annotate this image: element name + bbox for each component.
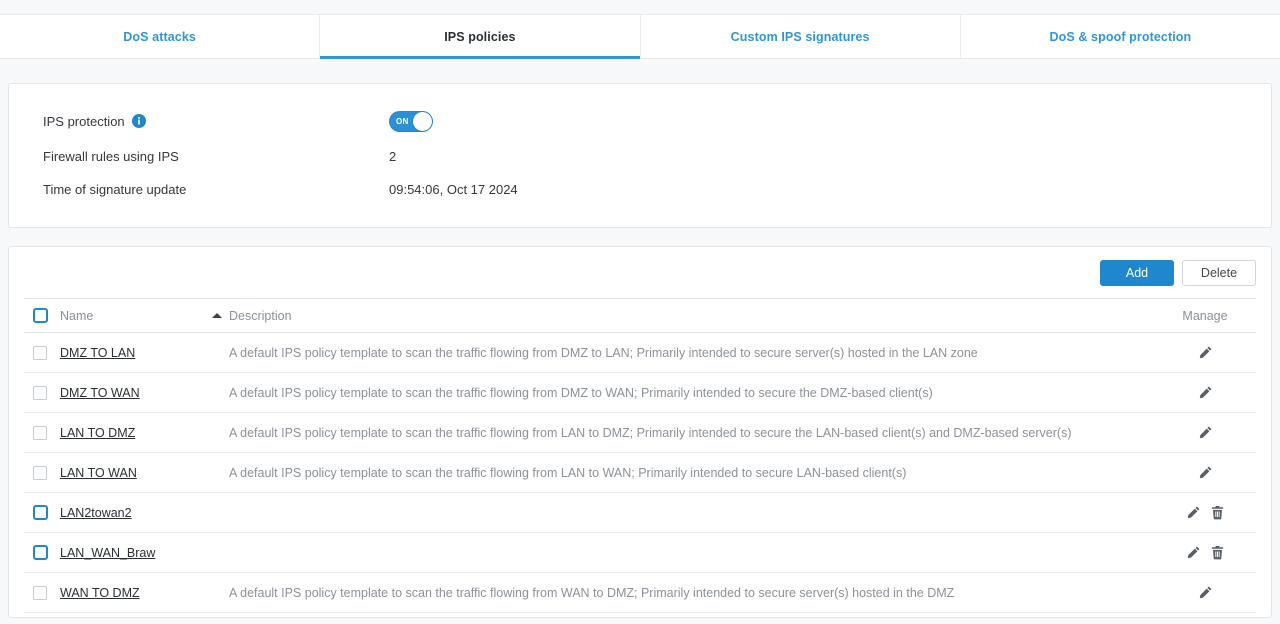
setting-label: Time of signature update [43, 182, 389, 197]
policy-name-link[interactable]: WAN TO DMZ [60, 586, 140, 600]
ips-settings-panel: IPS protection ON Firewall rules using I… [8, 83, 1272, 228]
row-actions [1154, 385, 1256, 400]
edit-icon[interactable] [1198, 385, 1213, 400]
row-checkbox[interactable] [33, 465, 47, 480]
table-row[interactable]: LAN TO DMZ A default IPS policy template… [24, 413, 1256, 453]
add-button-label: Add [1125, 265, 1149, 280]
edit-icon[interactable] [1198, 425, 1213, 440]
sort-cell [205, 313, 229, 318]
setting-row-signature-update: Time of signature update 09:54:06, Oct 1… [43, 178, 1247, 200]
firewall-rules-count: 2 [389, 148, 397, 164]
policy-name-cell: LAN_WAN_Braw [60, 544, 205, 562]
table-row[interactable]: LAN_WAN_Braw [24, 533, 1256, 573]
row-actions [1154, 465, 1256, 480]
delete-button[interactable]: Delete [1182, 259, 1256, 286]
tab-label: Custom IPS signatures [730, 29, 870, 44]
edit-icon[interactable] [1198, 585, 1213, 600]
tab-label: DoS attacks [123, 29, 196, 44]
add-button[interactable]: Add [1100, 259, 1174, 286]
policy-name-link[interactable]: LAN TO DMZ [60, 426, 135, 440]
policy-description: A default IPS policy template to scan th… [229, 465, 907, 480]
row-checkbox[interactable] [33, 505, 48, 520]
policy-description: A default IPS policy template to scan th… [229, 585, 955, 600]
policy-name-cell: LAN2towan2 [60, 504, 205, 522]
row-checkbox[interactable] [33, 345, 47, 360]
row-actions [1154, 585, 1256, 600]
policy-name-link[interactable]: DMZ TO LAN [60, 346, 135, 360]
edit-icon[interactable] [1186, 505, 1201, 520]
sort-ascending-icon[interactable] [212, 313, 222, 318]
ips-policies-table-panel: Add Delete Name Description Manage DMZ T… [8, 246, 1272, 618]
policy-name-link[interactable]: LAN_WAN_Braw [60, 546, 155, 560]
row-select-cell [24, 385, 60, 400]
setting-label: Firewall rules using IPS [43, 149, 389, 164]
delete-icon[interactable] [1210, 545, 1225, 560]
table-row[interactable]: LAN2towan2 [24, 493, 1256, 533]
policy-name-cell: LAN TO DMZ [60, 424, 205, 442]
setting-label-text: Time of signature update [43, 181, 187, 197]
setting-label-text: Firewall rules using IPS [43, 148, 179, 164]
row-select-cell [24, 505, 60, 520]
column-header-manage: Manage [1182, 308, 1228, 323]
row-checkbox[interactable] [33, 545, 48, 560]
toggle-state-label: ON [396, 116, 409, 126]
table-toolbar: Add Delete [9, 247, 1271, 298]
signature-update-time: 09:54:06, Oct 17 2024 [389, 181, 518, 197]
row-checkbox[interactable] [33, 585, 47, 600]
info-icon[interactable] [131, 114, 146, 128]
policy-description: A default IPS policy template to scan th… [229, 345, 978, 360]
setting-label-text: IPS protection [43, 113, 125, 129]
policy-name-cell: DMZ TO LAN [60, 344, 205, 362]
select-all-cell [24, 308, 60, 323]
policy-name-cell: WAN TO DMZ [60, 584, 205, 602]
delete-button-label: Delete [1200, 265, 1238, 280]
row-checkbox[interactable] [33, 385, 47, 400]
row-actions [1154, 425, 1256, 440]
tab-ips-policies[interactable]: IPS policies [320, 15, 641, 59]
table-row[interactable]: LAN TO WAN A default IPS policy template… [24, 453, 1256, 493]
tab-label: DoS & spoof protection [1049, 29, 1192, 44]
select-all-checkbox[interactable] [33, 308, 48, 323]
row-checkbox[interactable] [33, 425, 47, 440]
edit-icon[interactable] [1198, 345, 1213, 360]
row-actions [1154, 545, 1256, 560]
row-select-cell [24, 345, 60, 360]
policy-name-link[interactable]: LAN2towan2 [60, 506, 132, 520]
delete-icon[interactable] [1210, 505, 1225, 520]
policy-name-cell: DMZ TO WAN [60, 384, 205, 402]
row-actions [1154, 505, 1256, 520]
setting-label: IPS protection [43, 114, 389, 129]
tab-dos-spoof-protection[interactable]: DoS & spoof protection [961, 15, 1280, 58]
column-header-name[interactable]: Name [60, 309, 205, 323]
edit-icon[interactable] [1186, 545, 1201, 560]
row-select-cell [24, 585, 60, 600]
setting-row-firewall-rules: Firewall rules using IPS 2 [43, 145, 1247, 167]
row-select-cell [24, 545, 60, 560]
table-row[interactable]: WAN TO DMZ A default IPS policy template… [24, 573, 1256, 613]
setting-row-ips-protection: IPS protection ON [43, 110, 1247, 132]
policy-name-link[interactable]: DMZ TO WAN [60, 386, 140, 400]
ips-policies-table: Name Description Manage DMZ TO LAN A def… [24, 298, 1256, 613]
tab-bar: DoS attacks IPS policies Custom IPS sign… [0, 14, 1280, 59]
policy-description: A default IPS policy template to scan th… [229, 425, 1072, 440]
tab-dos-attacks[interactable]: DoS attacks [0, 15, 321, 58]
column-header-description[interactable]: Description [229, 309, 1154, 323]
row-actions [1154, 345, 1256, 360]
table-row[interactable]: DMZ TO LAN A default IPS policy template… [24, 333, 1256, 373]
table-header-row: Name Description Manage [24, 299, 1256, 333]
ips-protection-toggle[interactable]: ON [389, 110, 433, 132]
table-row[interactable]: DMZ TO WAN A default IPS policy template… [24, 373, 1256, 413]
row-select-cell [24, 465, 60, 480]
toggle-knob [413, 111, 432, 131]
edit-icon[interactable] [1198, 465, 1213, 480]
policy-name-link[interactable]: LAN TO WAN [60, 466, 137, 480]
tab-custom-ips-signatures[interactable]: Custom IPS signatures [641, 15, 961, 58]
page-root: DoS attacks IPS policies Custom IPS sign… [0, 0, 1280, 624]
tab-label: IPS policies [444, 29, 516, 44]
policy-name-cell: LAN TO WAN [60, 464, 205, 482]
policy-description: A default IPS policy template to scan th… [229, 385, 933, 400]
row-select-cell [24, 425, 60, 440]
